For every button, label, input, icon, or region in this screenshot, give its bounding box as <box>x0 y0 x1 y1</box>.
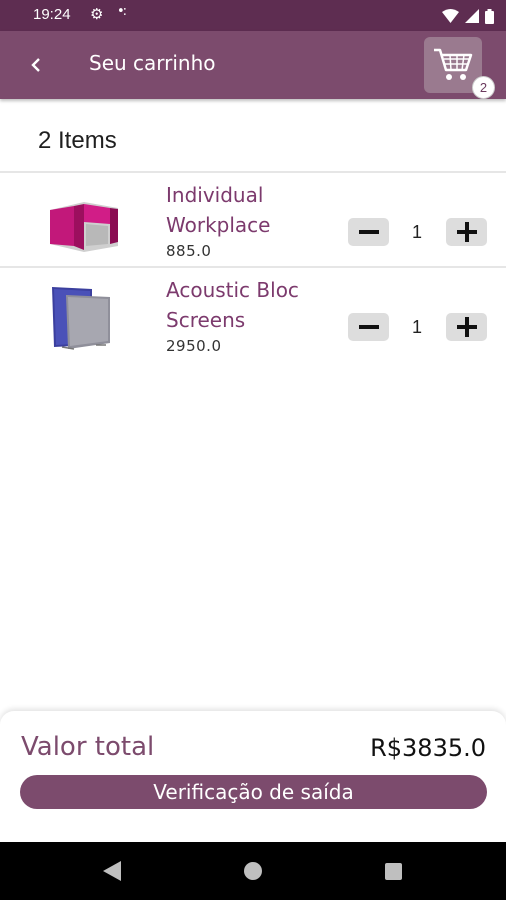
decrease-quantity-button[interactable] <box>348 218 389 246</box>
list-item: Individual Workplace 885.0 1 <box>0 174 506 268</box>
wifi-icon <box>442 9 459 23</box>
status-time: 19:24 <box>33 6 71 23</box>
item-price: 2950.0 <box>166 337 222 355</box>
signal-icon <box>465 9 479 23</box>
app-bar: Seu carrinho <box>0 31 506 99</box>
plus-icon <box>456 222 477 242</box>
status-bar: 19:24 ⚙ •: <box>0 0 506 31</box>
increase-quantity-button[interactable] <box>446 313 487 341</box>
divider <box>0 171 506 173</box>
system-nav-bar <box>0 842 506 900</box>
individual-workplace-image <box>50 202 118 252</box>
acoustic-bloc-screens-image <box>52 287 110 350</box>
item-name: Individual Workplace <box>166 183 271 237</box>
item-name: Acoustic Bloc Screens <box>166 278 299 332</box>
quantity-value: 1 <box>411 317 422 337</box>
chevron-left-icon <box>31 58 40 72</box>
checkout-button[interactable]: Verificação de saída <box>20 775 487 809</box>
list-item: Acoustic Bloc Screens 2950.0 1 <box>0 269 506 363</box>
minus-icon <box>358 325 379 329</box>
nav-recents-icon[interactable] <box>385 863 402 880</box>
dots-icon: •: <box>117 4 127 19</box>
battery-icon <box>485 8 494 24</box>
gear-icon: ⚙ <box>90 5 104 23</box>
decrease-quantity-button[interactable] <box>348 313 389 341</box>
page-title: Seu carrinho <box>89 51 216 75</box>
nav-home-icon[interactable] <box>244 862 262 880</box>
item-price: 885.0 <box>166 242 212 260</box>
nav-back-icon[interactable] <box>103 861 121 881</box>
back-button[interactable] <box>20 49 50 81</box>
cart-icon <box>434 48 473 80</box>
cart-badge: 2 <box>472 76 495 99</box>
status-icons <box>442 7 494 25</box>
plus-icon <box>456 317 477 337</box>
divider <box>0 266 506 268</box>
minus-icon <box>358 230 379 234</box>
total-value: R$3835.0 <box>370 734 486 762</box>
items-count: 2 Items <box>38 127 117 154</box>
quantity-value: 1 <box>411 222 422 242</box>
total-label: Valor total <box>21 732 155 762</box>
increase-quantity-button[interactable] <box>446 218 487 246</box>
checkout-panel: Valor total R$3835.0 Verificação de saíd… <box>0 711 506 842</box>
